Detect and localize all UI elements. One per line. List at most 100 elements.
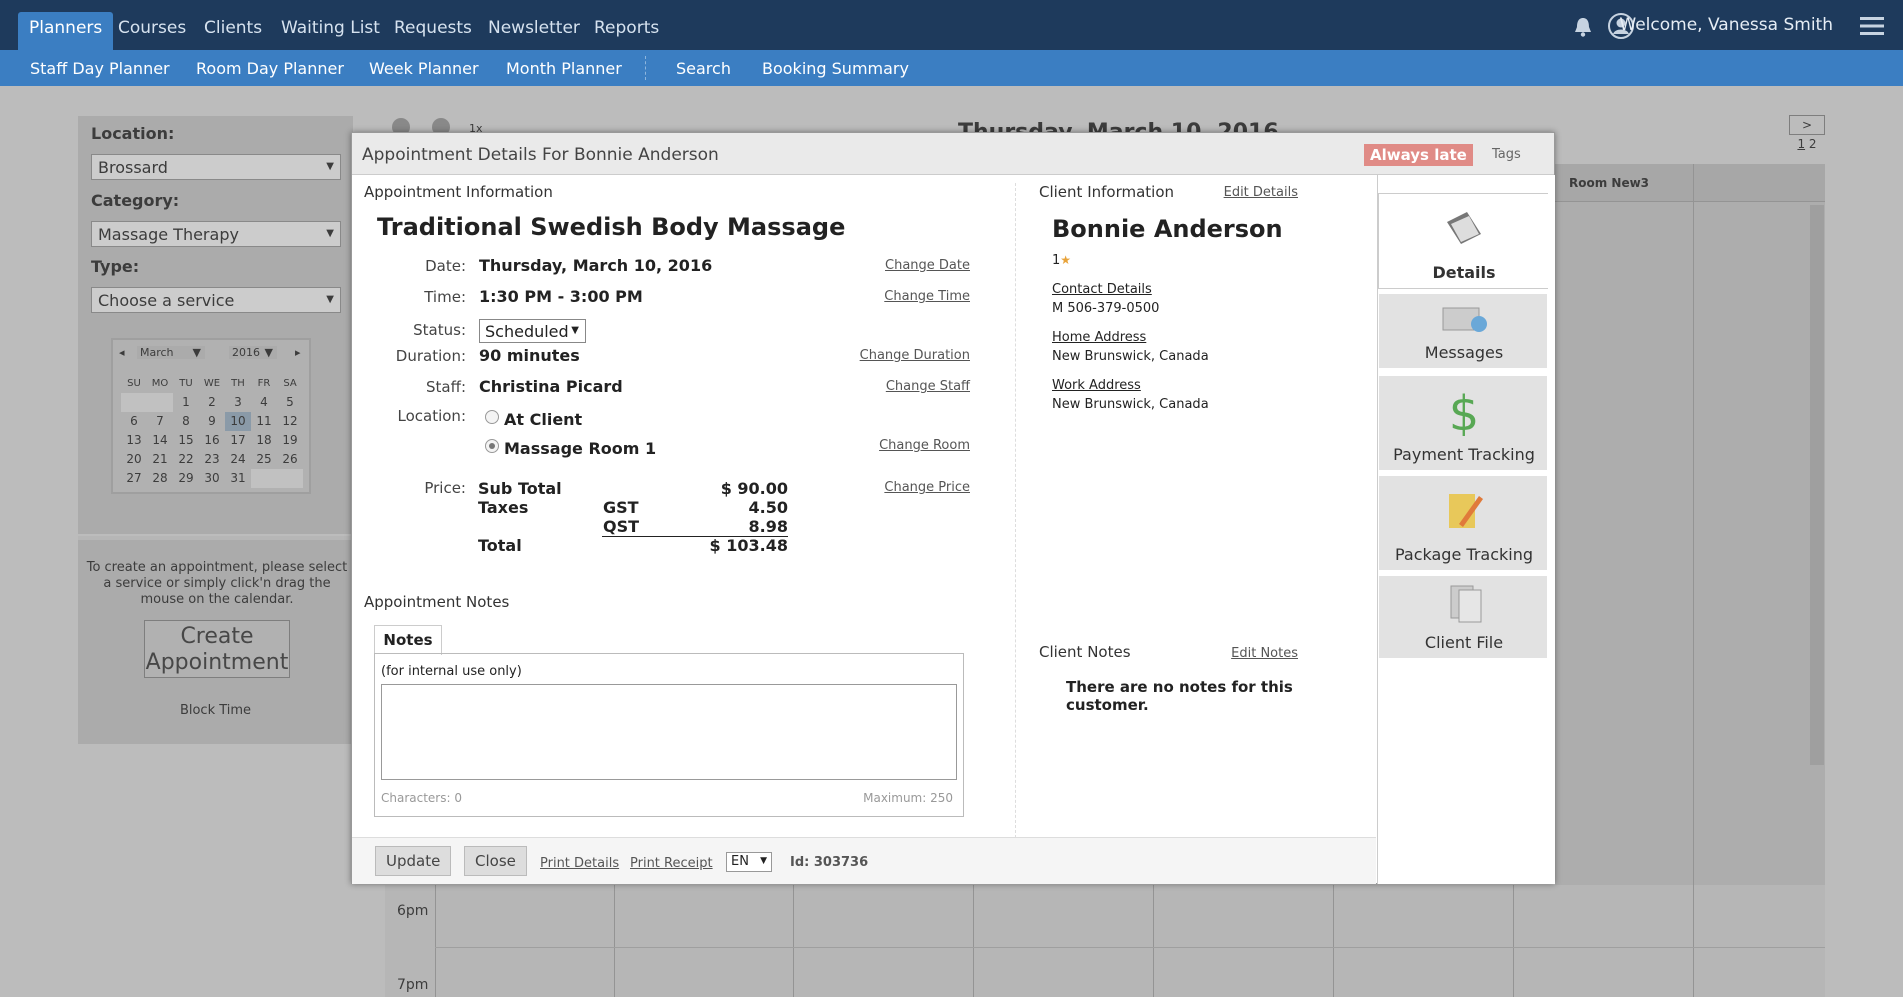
side-tab-payment-label: Payment Tracking <box>1393 445 1535 464</box>
side-tab-client-file-label: Client File <box>1424 633 1504 652</box>
client-notes-heading: Client Notes <box>1039 643 1131 661</box>
star-icon: ★ <box>1060 253 1072 267</box>
welcome-text[interactable]: Welcome, Vanessa Smith <box>1619 15 1833 35</box>
subnav-separator <box>645 56 646 80</box>
notes-panel: (for internal use only) Characters: 0 Ma… <box>374 653 964 817</box>
duration-value: 90 minutes <box>479 346 580 365</box>
status-select[interactable]: Scheduled ▼ <box>479 319 586 343</box>
location-radio-massage-room[interactable] <box>485 439 499 453</box>
appointment-info-heading: Appointment Information <box>364 183 553 201</box>
menu-icon[interactable] <box>1860 16 1884 36</box>
side-tab-client-file[interactable]: Client File <box>1378 575 1548 659</box>
change-room-link[interactable]: Change Room <box>810 438 970 453</box>
service-name: Traditional Swedish Body Massage <box>377 213 846 241</box>
language-select-value: EN <box>731 854 749 869</box>
client-name: Bonnie Anderson <box>1052 215 1283 243</box>
home-address-heading: Home Address <box>1052 330 1147 345</box>
gst-label: GST <box>603 498 639 517</box>
subnav-room-day-planner[interactable]: Room Day Planner <box>196 59 344 78</box>
character-count: Characters: 0 <box>381 791 462 805</box>
tags-link-text[interactable]: Tags <box>1492 147 1521 162</box>
duration-label: Duration: <box>395 347 466 365</box>
tab-courses[interactable]: Courses <box>107 0 197 50</box>
update-button[interactable]: Update <box>375 846 452 876</box>
client-phone: M 506-379-0500 <box>1052 301 1160 316</box>
status-label: Status: <box>413 321 466 339</box>
top-navbar: Planners Courses Clients Waiting List Re… <box>0 0 1903 50</box>
date-label: Date: <box>425 257 466 275</box>
tab-reports[interactable]: Reports <box>583 0 670 50</box>
print-receipt-link[interactable]: Print Receipt <box>630 856 713 871</box>
tab-clients[interactable]: Clients <box>193 0 273 50</box>
print-details-link[interactable]: Print Details <box>540 856 619 871</box>
staff-label: Staff: <box>426 378 466 396</box>
work-address-heading: Work Address <box>1052 378 1141 393</box>
modal-title: Appointment Details For Bonnie Anderson <box>362 145 719 165</box>
status-select-value: Scheduled <box>485 322 569 341</box>
total-value: $ 103.48 <box>709 536 788 555</box>
modal-side-tabs: Details Messages $ Payment Tracking Pack… <box>1377 175 1555 884</box>
change-date-link[interactable]: Change Date <box>810 258 970 273</box>
tab-newsletter[interactable]: Newsletter <box>477 0 591 50</box>
side-tab-messages-label: Messages <box>1424 343 1504 362</box>
date-value: Thursday, March 10, 2016 <box>479 256 713 275</box>
dropdown-arrow-icon: ▼ <box>571 325 579 336</box>
change-duration-link[interactable]: Change Duration <box>810 348 970 363</box>
edit-notes-link[interactable]: Edit Notes <box>1138 646 1298 661</box>
tab-requests[interactable]: Requests <box>383 0 483 50</box>
subnav-week-planner[interactable]: Week Planner <box>369 59 479 78</box>
change-staff-link[interactable]: Change Staff <box>810 379 970 394</box>
change-price-link[interactable]: Change Price <box>810 480 970 495</box>
subnav-staff-day-planner[interactable]: Staff Day Planner <box>30 59 170 78</box>
taxes-label: Taxes <box>478 498 529 517</box>
sub-navbar: Staff Day Planner Room Day Planner Week … <box>0 50 1903 86</box>
appointment-details-modal: Appointment Details For Bonnie Anderson … <box>351 132 1555 884</box>
work-address-value: New Brunswick, Canada <box>1052 397 1209 412</box>
folder-icon <box>1447 212 1481 244</box>
location-radio-at-client[interactable] <box>485 410 499 424</box>
message-icon <box>1442 307 1487 332</box>
status-badge: Always late <box>1364 144 1473 166</box>
document-icon <box>1450 585 1482 623</box>
dropdown-arrow-icon: ▼ <box>760 856 767 866</box>
no-client-notes: There are no notes for this customer. <box>1066 678 1293 714</box>
dollar-icon: $ <box>1449 386 1480 436</box>
language-select[interactable]: EN ▼ <box>726 852 772 872</box>
modal-header: Appointment Details For Bonnie Anderson … <box>352 133 1554 175</box>
side-tab-messages[interactable]: Messages <box>1378 293 1548 369</box>
tags-link[interactable]: Tags <box>1492 147 1521 162</box>
tab-planners[interactable]: Planners <box>18 12 114 50</box>
location-label: Location: <box>397 407 467 425</box>
subtotal-value: $ 90.00 <box>720 479 788 498</box>
qst-label: QST <box>603 517 640 536</box>
notes-textarea[interactable] <box>381 684 957 780</box>
modal-footer: Update Close Print Details Print Receipt… <box>352 837 1376 884</box>
appointment-notes-heading: Appointment Notes <box>364 593 510 611</box>
side-tab-package-tracking[interactable]: Package Tracking <box>1378 475 1548 571</box>
notes-hint: (for internal use only) <box>381 664 522 679</box>
edit-details-link[interactable]: Edit Details <box>1138 185 1298 200</box>
tab-waiting-list[interactable]: Waiting List <box>270 0 391 50</box>
side-tab-details[interactable]: Details <box>1378 193 1548 289</box>
bell-icon[interactable] <box>1573 16 1593 38</box>
close-button[interactable]: Close <box>464 846 527 876</box>
side-tab-details-label: Details <box>1432 263 1496 282</box>
contact-details-heading: Contact Details <box>1052 282 1152 297</box>
side-tab-payment-tracking[interactable]: $ Payment Tracking <box>1378 375 1548 471</box>
gst-value: 4.50 <box>748 498 788 517</box>
svg-text:$: $ <box>1449 386 1480 436</box>
subnav-booking-summary[interactable]: Booking Summary <box>762 59 909 78</box>
change-time-link[interactable]: Change Time <box>810 289 970 304</box>
price-label: Price: <box>424 479 466 497</box>
pencil-note-icon <box>1449 494 1483 528</box>
subnav-month-planner[interactable]: Month Planner <box>506 59 622 78</box>
qst-value: 8.98 <box>748 517 788 536</box>
staff-value: Christina Picard <box>479 377 623 396</box>
subtotal-label: Sub Total <box>478 479 562 498</box>
appointment-id: Id: 303736 <box>790 855 869 870</box>
time-value: 1:30 PM - 3:00 PM <box>479 287 643 306</box>
location-option-at-client: At Client <box>504 410 583 429</box>
column-divider <box>1015 183 1016 843</box>
tab-notes[interactable]: Notes <box>374 625 442 655</box>
subnav-search[interactable]: Search <box>676 59 731 78</box>
